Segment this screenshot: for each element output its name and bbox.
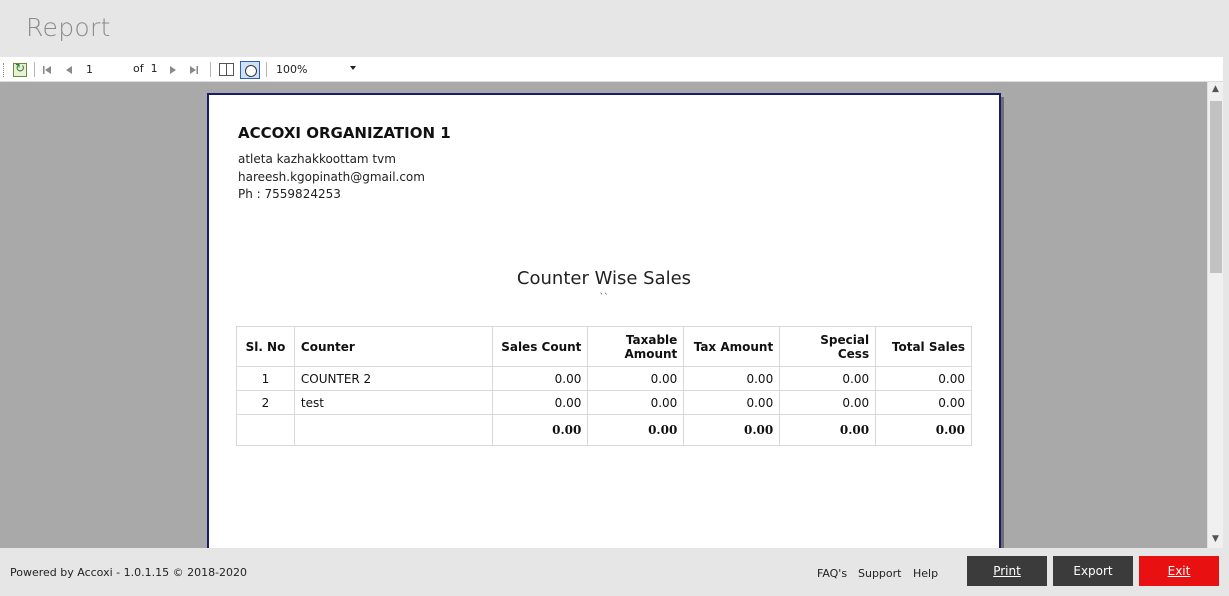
last-page-button[interactable] xyxy=(187,61,201,78)
taxable-line-2: Amount xyxy=(624,346,678,361)
previous-page-button[interactable] xyxy=(62,61,76,78)
cell-sales-count: 0.00 xyxy=(491,390,589,415)
organization-phone: Ph : 7559824253 xyxy=(238,187,341,201)
zoom-select[interactable]: 100% xyxy=(276,60,362,78)
column-sl-no: Sl. No xyxy=(236,326,295,367)
total-cess: 0.00 xyxy=(779,414,877,446)
cell-sales-count: 0.00 xyxy=(491,366,589,391)
powered-by-text: Powered by Accoxi - 1.0.1.15 © 2018-2020 xyxy=(10,566,248,579)
zoom-value: 100% xyxy=(276,62,308,76)
support-link[interactable]: Support xyxy=(858,567,901,580)
cell-taxable: 0.00 xyxy=(587,366,685,391)
export-button-label: Export xyxy=(1073,564,1113,578)
print-button[interactable]: Print xyxy=(967,556,1047,586)
cell-counter: test xyxy=(293,390,493,415)
of-text: of xyxy=(133,62,144,75)
cell-cess: 0.00 xyxy=(779,366,877,391)
column-total-sales: Total Sales xyxy=(875,326,972,367)
cell-tax: 0.00 xyxy=(683,366,781,391)
print-layout-icon xyxy=(218,63,234,76)
page-of-label: of 1 xyxy=(133,62,158,75)
page-shadow xyxy=(1001,97,1004,548)
column-tax-amount: Tax Amount xyxy=(683,326,781,367)
column-counter: Counter xyxy=(293,326,493,367)
cell-total: 0.00 xyxy=(875,390,972,415)
toolbar-separator xyxy=(210,62,211,77)
total-taxable: 0.00 xyxy=(587,414,685,446)
organization-address: atleta kazhakkoottam tvm xyxy=(238,152,396,166)
chevron-down-icon xyxy=(350,66,356,70)
report-subtitle: `` xyxy=(599,293,609,303)
report-page: ACCOXI ORGANIZATION 1 atleta kazhakkoott… xyxy=(207,93,1001,548)
first-page-icon xyxy=(43,65,51,74)
right-margin xyxy=(1223,57,1229,548)
cell-empty xyxy=(236,414,295,446)
organization-email: hareesh.kgopinath@gmail.com xyxy=(238,170,425,184)
page-setup-icon xyxy=(240,60,260,79)
sales-table: Sl. No Counter Sales Count Taxable Amount… xyxy=(236,326,972,446)
organization-name: ACCOXI ORGANIZATION 1 xyxy=(238,124,451,142)
total-pages: 1 xyxy=(150,62,158,75)
footer-bar: Powered by Accoxi - 1.0.1.15 © 2018-2020… xyxy=(0,548,1229,596)
current-page-input[interactable] xyxy=(86,61,124,77)
total-sales: 0.00 xyxy=(875,414,972,446)
scrollbar-thumb[interactable] xyxy=(1210,101,1222,273)
toolbar-grip[interactable] xyxy=(3,63,5,77)
next-page-button[interactable] xyxy=(166,61,180,78)
cell-total: 0.00 xyxy=(875,366,972,391)
exit-button-label: Exit xyxy=(1167,564,1191,578)
previous-page-icon xyxy=(66,65,72,74)
help-link[interactable]: Help xyxy=(913,567,938,580)
totals-row: 0.00 0.00 0.00 0.00 0.00 xyxy=(236,414,972,446)
print-button-label: Print xyxy=(993,564,1021,578)
cell-sl: 2 xyxy=(236,390,295,415)
scroll-up-icon[interactable]: ▲ xyxy=(1212,84,1219,94)
table-row: 1 COUNTER 2 0.00 0.00 0.00 0.00 0.00 xyxy=(236,366,972,391)
cell-empty xyxy=(293,414,493,446)
cell-tax: 0.00 xyxy=(683,390,781,415)
window-title: Report xyxy=(26,13,111,42)
cell-counter: COUNTER 2 xyxy=(293,366,493,391)
export-button[interactable]: Export xyxy=(1053,556,1133,586)
total-tax: 0.00 xyxy=(683,414,781,446)
report-toolbar: of 1 100% xyxy=(0,57,1223,82)
cell-cess: 0.00 xyxy=(779,390,877,415)
refresh-button[interactable] xyxy=(12,61,28,78)
report-title: Counter Wise Sales xyxy=(516,268,692,289)
column-taxable-amount: Taxable Amount xyxy=(587,326,685,367)
table-row: 2 test 0.00 0.00 0.00 0.00 0.00 xyxy=(236,390,972,415)
toolbar-separator xyxy=(266,62,267,77)
taxable-line-1: Taxable xyxy=(625,332,678,347)
table-header-row: Sl. No Counter Sales Count Taxable Amount… xyxy=(236,326,972,367)
scroll-down-icon[interactable]: ▼ xyxy=(1212,534,1219,544)
title-bar: Report xyxy=(0,0,1229,57)
first-page-button[interactable] xyxy=(40,61,54,78)
cell-taxable: 0.00 xyxy=(587,390,685,415)
faq-link[interactable]: FAQ's xyxy=(817,567,847,580)
page-setup-button[interactable] xyxy=(239,60,261,79)
column-sales-count: Sales Count xyxy=(491,326,589,367)
report-viewer: ACCOXI ORGANIZATION 1 atleta kazhakkoott… xyxy=(0,82,1207,548)
next-page-icon xyxy=(170,65,176,74)
column-special-cess: Special Cess xyxy=(779,326,877,367)
last-page-icon xyxy=(190,65,198,74)
exit-button[interactable]: Exit xyxy=(1139,556,1219,586)
toolbar-separator xyxy=(34,62,35,77)
cell-sl: 1 xyxy=(236,366,295,391)
total-sales-count: 0.00 xyxy=(491,414,589,446)
print-layout-button[interactable] xyxy=(217,61,235,78)
vertical-scrollbar[interactable]: ▲ ▼ xyxy=(1207,82,1223,548)
refresh-icon xyxy=(13,61,27,77)
